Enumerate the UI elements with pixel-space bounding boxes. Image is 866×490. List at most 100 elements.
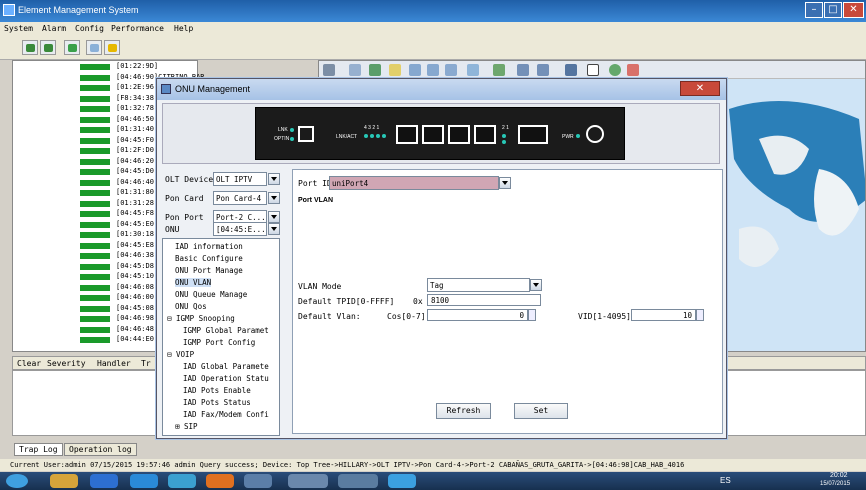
fit-icon[interactable] xyxy=(445,64,457,76)
function-item[interactable]: IAD Pots Enable xyxy=(183,386,251,395)
refresh-button[interactable]: Refresh xyxy=(436,403,491,419)
collapse-icon[interactable]: ⊟ xyxy=(167,314,176,323)
tree-node[interactable]: [01:30:18] xyxy=(80,230,158,240)
warning-tool-button[interactable] xyxy=(104,40,120,55)
tree-node[interactable]: [01:22:9D] xyxy=(80,62,158,72)
tree-node[interactable]: [04:45:E0] xyxy=(80,220,158,230)
col-severity[interactable]: Severity xyxy=(47,359,86,368)
tree-node[interactable]: [01:32:78] xyxy=(80,104,158,114)
maximize-button[interactable]: □ xyxy=(824,2,842,18)
circle-tool-icon[interactable] xyxy=(609,64,621,76)
explorer-icon[interactable] xyxy=(50,474,78,488)
tree-node[interactable]: [04:45:F0] xyxy=(80,136,158,146)
minimize-button[interactable]: – xyxy=(805,2,823,18)
start-button[interactable] xyxy=(6,474,28,488)
grid-icon[interactable] xyxy=(467,64,479,76)
language-indicator[interactable]: ES xyxy=(720,476,731,485)
delete-icon[interactable] xyxy=(627,64,639,76)
tree-node[interactable]: [04:45:08] xyxy=(80,304,158,314)
device-tool-button[interactable] xyxy=(64,40,80,55)
tree-node[interactable]: [04:45:F8] xyxy=(80,209,158,219)
vlan-mode-select[interactable]: Tag xyxy=(427,278,530,292)
tree-node[interactable]: [04:45:D0] xyxy=(80,167,158,177)
function-item[interactable]: IAD Operation Statu xyxy=(183,374,269,383)
chrome-icon[interactable] xyxy=(90,474,118,488)
function-item[interactable]: IGMP Port Config xyxy=(183,338,255,347)
alarm-tool-button[interactable] xyxy=(40,40,56,55)
tree-node[interactable]: [01:2E:96] xyxy=(80,83,158,93)
tree-node[interactable]: [04:45:E8] xyxy=(80,241,158,251)
tab-operation-log[interactable]: Operation log xyxy=(64,443,137,456)
tree-node[interactable]: [04:46:20] xyxy=(80,157,158,167)
export-icon[interactable] xyxy=(537,64,549,76)
zoom-out-icon[interactable] xyxy=(427,64,439,76)
pan-icon[interactable] xyxy=(349,64,361,76)
collapse-icon[interactable]: ⊟ xyxy=(167,350,176,359)
tree-node[interactable]: [01:31:80] xyxy=(80,188,158,198)
tab-trap-log[interactable]: Trap Log xyxy=(14,443,63,456)
tpid-input[interactable]: 8100 xyxy=(427,294,541,306)
refresh-map-icon[interactable] xyxy=(369,64,381,76)
tree-node[interactable]: [04:45:10] xyxy=(80,272,158,282)
function-item[interactable]: ONU Queue Manage xyxy=(175,290,247,299)
save-map-icon[interactable] xyxy=(517,64,529,76)
olt-device-select[interactable]: OLT IPTV xyxy=(213,172,267,186)
col-tr[interactable]: Tr xyxy=(141,359,151,368)
tree-node[interactable]: [04:44:E0] xyxy=(80,335,158,345)
tree-node[interactable]: [01:31:40] xyxy=(80,125,158,135)
window-task-icon[interactable] xyxy=(338,474,378,488)
col-handler[interactable]: Handler xyxy=(97,359,131,368)
tree-node[interactable]: [04:46:48] xyxy=(80,325,158,335)
menu-help[interactable]: Help xyxy=(174,24,193,33)
port-id-select[interactable]: uniPort4 xyxy=(329,176,499,190)
function-item[interactable]: ONU Port Manage xyxy=(175,266,243,275)
ems-task-icon[interactable] xyxy=(288,474,328,488)
menu-alarm[interactable]: Alarm xyxy=(42,24,66,33)
link-icon[interactable] xyxy=(493,64,505,76)
tree-node[interactable]: [04:46:40] xyxy=(80,178,158,188)
cos-spinner[interactable] xyxy=(528,309,536,321)
lan-port-3[interactable] xyxy=(422,125,444,144)
tree-node[interactable]: [04:46:98] xyxy=(80,314,158,324)
function-item[interactable]: ⊞ SIP xyxy=(175,422,198,431)
tree-node[interactable]: [04:45:D8] xyxy=(80,262,158,272)
function-item[interactable]: Basic Configure xyxy=(175,254,243,263)
player-icon[interactable] xyxy=(206,474,234,488)
select-icon[interactable] xyxy=(323,64,335,76)
node-icon[interactable] xyxy=(565,64,577,76)
vid-spinner[interactable] xyxy=(696,309,704,321)
app-task-icon[interactable] xyxy=(244,474,272,488)
menu-performance[interactable]: Performance xyxy=(111,24,164,33)
lan-port-2[interactable] xyxy=(448,125,470,144)
function-item[interactable]: ⊟ VOIP xyxy=(167,350,194,359)
function-item[interactable]: IGMP Global Paramet xyxy=(183,326,269,335)
tree-node[interactable]: [04:46:08] xyxy=(80,283,158,293)
tree-node[interactable]: [04:46:38] xyxy=(80,251,158,261)
zoom-in-icon[interactable] xyxy=(409,64,421,76)
media-icon[interactable] xyxy=(168,474,196,488)
function-item[interactable]: ONU VLAN xyxy=(175,278,212,287)
vid-input[interactable]: 10 xyxy=(631,309,696,321)
layout-icon[interactable] xyxy=(389,64,401,76)
function-item[interactable]: IAD information xyxy=(175,242,243,251)
close-button[interactable]: ✕ xyxy=(843,2,864,18)
port-id-dropdown-icon[interactable] xyxy=(499,177,511,189)
function-item[interactable]: IAD Fax/Modem Confi xyxy=(183,410,269,419)
line-tool-icon[interactable] xyxy=(587,64,599,76)
lan-port-4[interactable] xyxy=(396,125,418,144)
pon-card-dropdown-icon[interactable] xyxy=(268,192,280,204)
onu-select[interactable]: [04:45:E... xyxy=(213,222,267,236)
tree-node[interactable]: [04:46:00] xyxy=(80,293,158,303)
dialog-close-button[interactable]: ✕ xyxy=(680,81,720,96)
ie-icon[interactable] xyxy=(130,474,158,488)
function-item[interactable]: ONU Qos xyxy=(175,302,207,311)
pon-card-select[interactable]: Pon Card-4 xyxy=(213,191,267,205)
config-tool-button[interactable] xyxy=(86,40,102,55)
pon-port-dropdown-icon[interactable] xyxy=(268,211,280,223)
network-task-icon[interactable] xyxy=(388,474,416,488)
col-clear[interactable]: Clear xyxy=(17,359,41,368)
expand-icon[interactable]: ⊞ xyxy=(175,422,184,431)
set-button[interactable]: Set xyxy=(514,403,568,419)
lan-port-1[interactable] xyxy=(474,125,496,144)
pots-port[interactable] xyxy=(518,125,548,144)
